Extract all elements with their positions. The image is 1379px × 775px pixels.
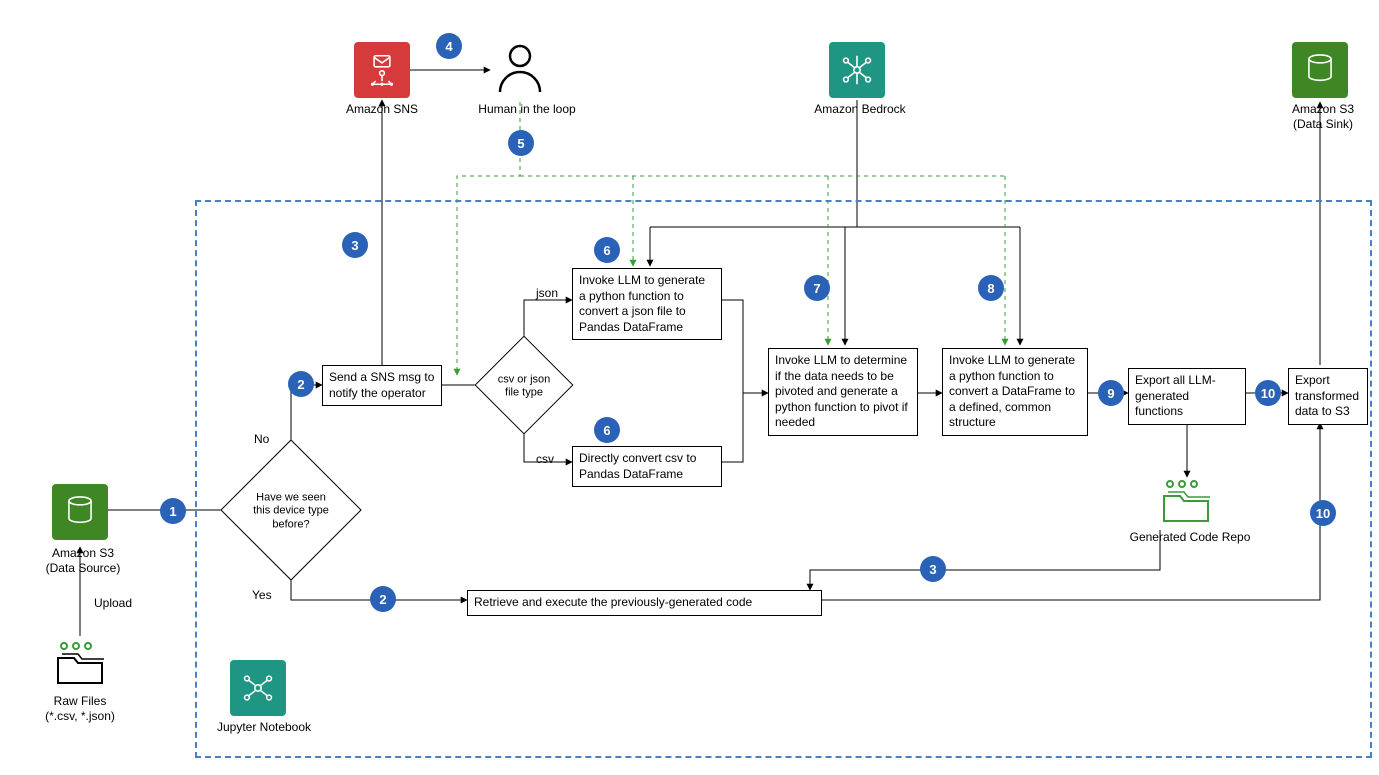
csv-label: csv (536, 452, 554, 466)
step-export-fn: Export all LLM-generated functions (1128, 368, 1246, 425)
human-icon (492, 42, 548, 101)
badge-3b: 3 (920, 556, 946, 582)
s3-sink-label: Amazon S3 (Data Sink) (1268, 102, 1378, 132)
decision-seen-before-text: Have we seen this device type before? (241, 461, 341, 561)
s3-source-icon (52, 484, 108, 540)
s3-source-label: Amazon S3 (Data Source) (28, 546, 138, 576)
badge-10b: 10 (1310, 500, 1336, 526)
badge-2b: 2 (370, 586, 396, 612)
badge-9: 9 (1098, 380, 1124, 406)
step-structure: Invoke LLM to generate a python function… (942, 348, 1088, 436)
code-repo-icon (1158, 478, 1214, 529)
sns-label: Amazon SNS (334, 102, 430, 117)
step-csv-direct: Directly convert csv to Pandas DataFrame (572, 446, 722, 487)
badge-2a: 2 (288, 371, 314, 397)
code-repo-label: Generated Code Repo (1120, 530, 1260, 545)
yes-label: Yes (252, 588, 272, 602)
badge-7: 7 (804, 275, 830, 301)
bedrock-label: Amazon Bedrock (800, 102, 920, 117)
step-pivot: Invoke LLM to determine if the data need… (768, 348, 918, 436)
s3-sink-icon (1292, 42, 1348, 98)
no-label: No (254, 432, 269, 446)
badge-1: 1 (160, 498, 186, 524)
step-sns-msg: Send a SNS msg to notify the operator (322, 365, 442, 406)
decision-file-type-text: csv or json file type (489, 351, 559, 421)
decision-seen-before: Have we seen this device type before? (220, 439, 361, 580)
sns-icon (354, 42, 410, 98)
badge-3a: 3 (342, 232, 368, 258)
raw-files-label: Raw Files (*.csv, *.json) (30, 694, 130, 724)
jupyter-icon (230, 660, 286, 716)
jupyter-label: Jupyter Notebook (204, 720, 324, 735)
badge-6b: 6 (594, 417, 620, 443)
badge-4: 4 (436, 33, 462, 59)
step-retrieve: Retrieve and execute the previously-gene… (467, 590, 822, 616)
badge-6a: 6 (594, 237, 620, 263)
bedrock-icon (829, 42, 885, 98)
raw-files-icon (52, 640, 108, 691)
upload-label: Upload (94, 596, 132, 610)
step-json-llm: Invoke LLM to generate a python function… (572, 268, 722, 340)
badge-5: 5 (508, 130, 534, 156)
badge-10a: 10 (1255, 380, 1281, 406)
json-label: json (536, 286, 558, 300)
human-label: Human in the loop (462, 102, 592, 117)
badge-8: 8 (978, 275, 1004, 301)
step-export-s3: Export transformed data to S3 (1288, 368, 1368, 425)
